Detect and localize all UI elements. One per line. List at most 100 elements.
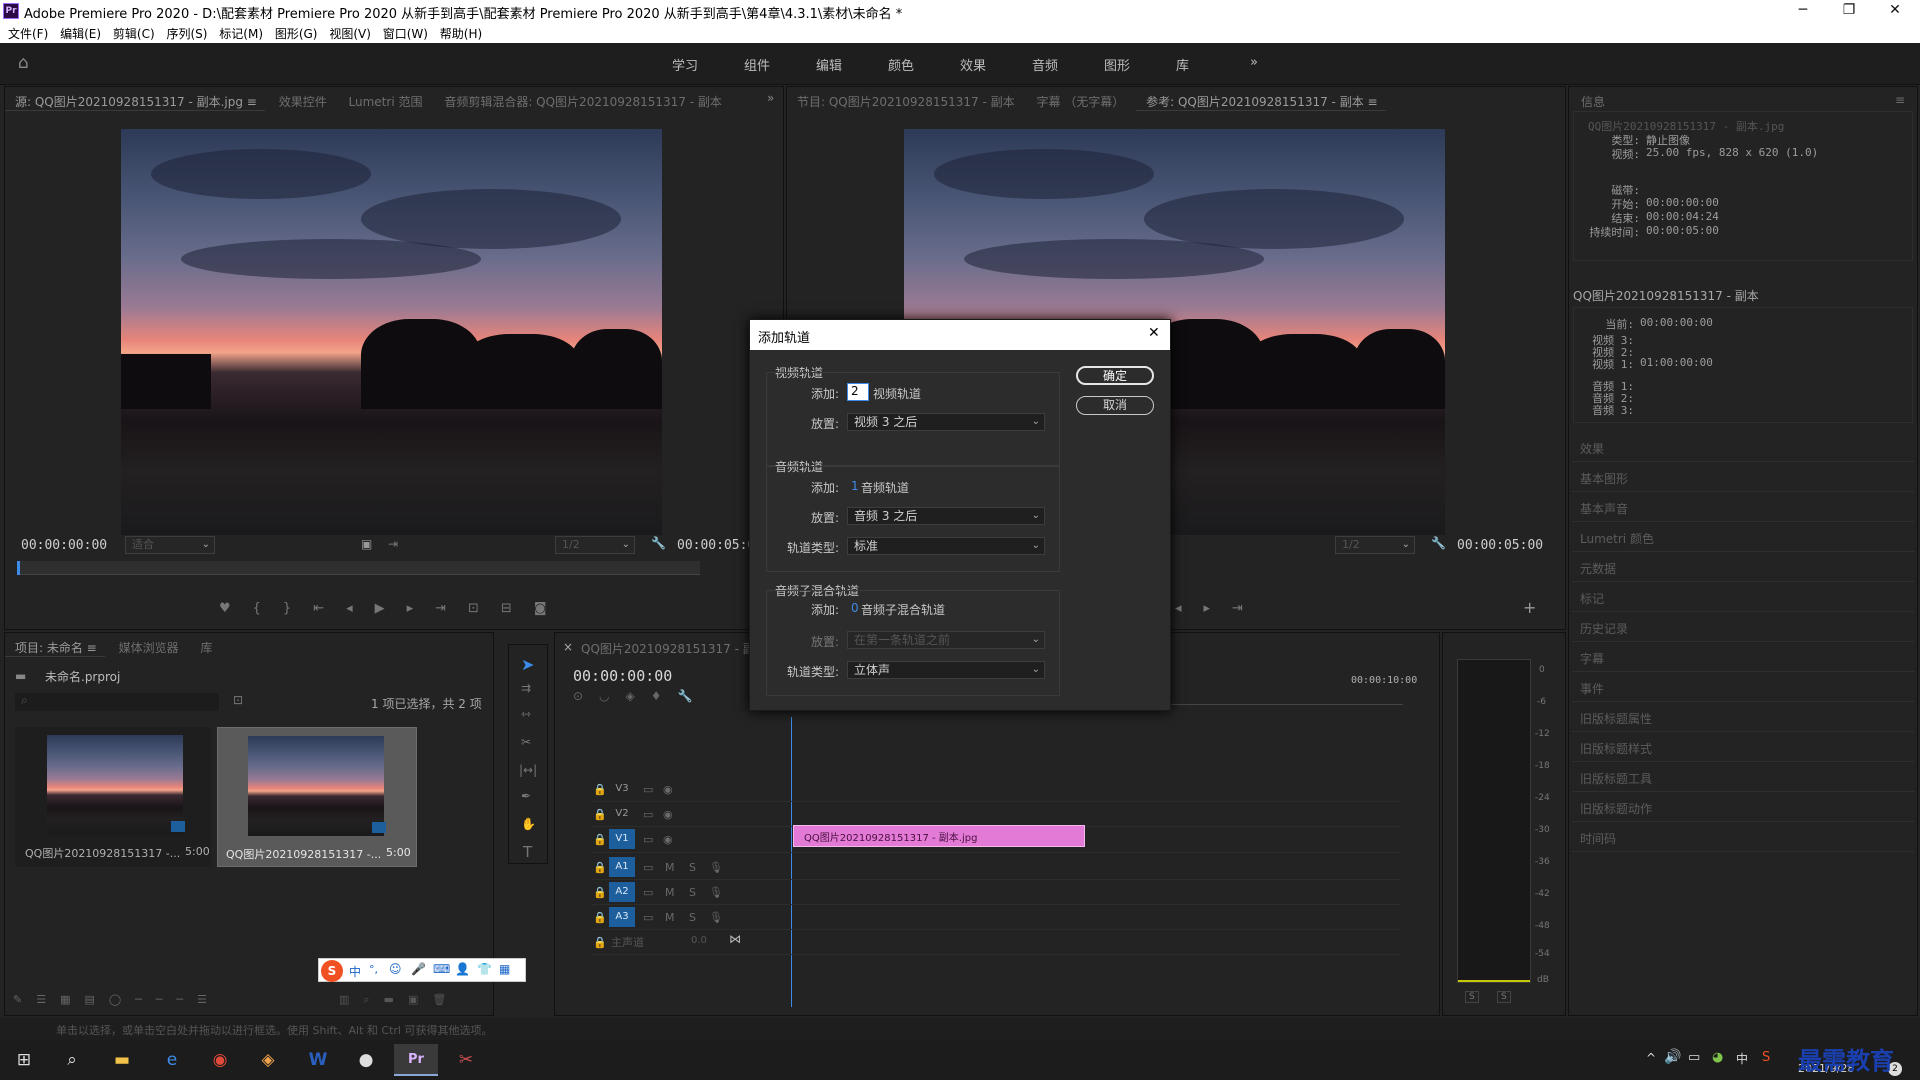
- panel-timecode[interactable]: 时间码: [1572, 823, 1914, 852]
- ime-chinese-mode[interactable]: 中: [349, 963, 361, 980]
- audio-type-select[interactable]: 标准 ⌄: [847, 537, 1045, 555]
- panel-history[interactable]: 历史记录: [1572, 613, 1914, 642]
- edge-browser-icon[interactable]: e: [150, 1044, 194, 1076]
- ime-toolbox-icon[interactable]: ▦: [499, 962, 510, 976]
- tab-captions[interactable]: 字幕 （无字幕）: [1026, 87, 1132, 110]
- home-icon[interactable]: ⌂: [18, 53, 29, 73]
- menu-help[interactable]: 帮助(H): [440, 22, 482, 42]
- program-resolution-select[interactable]: 1/2 ⌄: [1335, 536, 1415, 554]
- type-tool-icon[interactable]: T: [523, 843, 532, 861]
- panel-more-icon[interactable]: »: [767, 91, 774, 105]
- info-menu-icon[interactable]: ≡: [1895, 93, 1905, 107]
- program-transport-controls[interactable]: ◂▸⇥: [1175, 601, 1265, 616]
- mute-button[interactable]: M: [665, 886, 675, 899]
- sync-icon[interactable]: ▭: [643, 861, 653, 874]
- track-label-a3[interactable]: A3: [609, 907, 635, 927]
- audio-place-select[interactable]: 音频 3 之后 ⌄: [847, 507, 1045, 525]
- windows-start-icon[interactable]: ⊞: [2, 1044, 46, 1076]
- timeline-clip[interactable]: QQ图片20210928151317 - 副本.jpg: [793, 825, 1085, 847]
- workspace-graphics[interactable]: 图形: [1104, 55, 1130, 74]
- info-tab[interactable]: 信息: [1581, 93, 1605, 110]
- dialog-close-button[interactable]: ✕: [1148, 325, 1160, 341]
- premiere-taskbar-icon[interactable]: Pr: [394, 1044, 438, 1076]
- tab-source[interactable]: 源: QQ图片20210928151317 - 副本.jpg ≡: [5, 87, 265, 111]
- hand-tool-icon[interactable]: ✋: [521, 817, 536, 831]
- lock-icon[interactable]: 🔒: [593, 861, 607, 874]
- project-search-input[interactable]: ⌕: [15, 693, 219, 711]
- workspace-effects[interactable]: 效果: [960, 55, 986, 74]
- minimize-button[interactable]: ─: [1780, 0, 1826, 22]
- ime-voice-icon[interactable]: 🎤: [411, 962, 426, 976]
- solo-button[interactable]: S: [689, 861, 696, 874]
- sync-icon[interactable]: ▭: [643, 886, 653, 899]
- track-label-v2[interactable]: V2: [609, 804, 635, 824]
- ime-keyboard-icon[interactable]: ⌨: [433, 962, 450, 976]
- audio-add-input[interactable]: 1: [851, 479, 859, 493]
- solo-left-button[interactable]: S: [1465, 991, 1479, 1003]
- tab-effect-controls[interactable]: 效果控件: [269, 87, 335, 110]
- tray-app-icon[interactable]: ◕: [1712, 1050, 1723, 1065]
- menu-clip[interactable]: 剪辑(C): [113, 22, 155, 42]
- wrench-icon[interactable]: 🔧: [651, 536, 666, 550]
- go-to-end-icon[interactable]: ⋈: [729, 932, 741, 946]
- lock-icon[interactable]: 🔒: [593, 808, 607, 821]
- ime-emoji-icon[interactable]: ☺: [389, 962, 402, 976]
- close-sequence-icon[interactable]: ×: [563, 640, 573, 654]
- mute-button[interactable]: M: [665, 861, 675, 874]
- mute-button[interactable]: M: [665, 911, 675, 924]
- panel-lumetri-color[interactable]: Lumetri 颜色: [1572, 523, 1914, 552]
- new-bin-icon[interactable]: ⊡: [233, 693, 243, 707]
- lock-icon[interactable]: 🔒: [593, 886, 607, 899]
- submix-add-input[interactable]: 0: [851, 601, 859, 615]
- solo-right-button[interactable]: S: [1497, 991, 1511, 1003]
- volume-icon[interactable]: 🔊: [1664, 1049, 1681, 1065]
- master-volume[interactable]: 0.0: [691, 935, 707, 946]
- file-explorer-icon[interactable]: ▬: [100, 1044, 144, 1076]
- search-icon[interactable]: ⌕: [50, 1044, 94, 1076]
- panel-legacy-title-properties[interactable]: 旧版标题属性: [1572, 703, 1914, 732]
- tab-lumetri-scopes[interactable]: Lumetri 范围: [339, 87, 431, 110]
- tab-program[interactable]: 节目: QQ图片20210928151317 - 副本: [787, 87, 1023, 110]
- menu-view[interactable]: 视图(V): [329, 22, 371, 42]
- solo-button[interactable]: S: [689, 911, 696, 924]
- panel-captions[interactable]: 字幕: [1572, 643, 1914, 672]
- source-transport-controls[interactable]: ♥{}⇤◂▶▸⇥⊡⊟◙: [219, 601, 568, 616]
- source-insert-icon[interactable]: ⇥: [388, 537, 398, 551]
- project-footer-tools[interactable]: ✎☰▦▤◯───☰: [13, 993, 221, 1006]
- ime-punctuation-icon[interactable]: °,: [369, 963, 378, 976]
- project-footer-actions[interactable]: ▥⌕▬▣🗑: [339, 993, 460, 1007]
- project-item-2-selected[interactable]: QQ图片20210928151317 -... 5:00: [217, 727, 417, 867]
- sync-icon[interactable]: ▭: [643, 808, 653, 821]
- network-icon[interactable]: ▭: [1688, 1050, 1700, 1065]
- program-wrench-icon[interactable]: 🔧: [1431, 536, 1446, 550]
- menu-file[interactable]: 文件(F): [8, 22, 48, 42]
- menu-edit[interactable]: 编辑(E): [60, 22, 101, 42]
- ime-user-icon[interactable]: 👤: [455, 962, 470, 976]
- maximize-button[interactable]: ❐: [1826, 0, 1872, 22]
- sogou-logo-icon[interactable]: S: [321, 960, 343, 982]
- word-icon[interactable]: W: [296, 1044, 340, 1076]
- track-label-a1[interactable]: A1: [609, 857, 635, 877]
- panel-markers[interactable]: 标记: [1572, 583, 1914, 612]
- ime-tray-icon[interactable]: 中: [1736, 1050, 1748, 1067]
- ime-skin-icon[interactable]: 👕: [477, 962, 492, 976]
- cancel-button[interactable]: 取消: [1076, 396, 1154, 415]
- panel-events[interactable]: 事件: [1572, 673, 1914, 702]
- workspace-color[interactable]: 颜色: [888, 55, 914, 74]
- workspace-assembly[interactable]: 组件: [744, 55, 770, 74]
- lock-icon[interactable]: 🔒: [593, 911, 607, 924]
- submix-type-select[interactable]: 立体声 ⌄: [847, 661, 1045, 679]
- source-resolution-select[interactable]: 1/2 ⌄: [555, 536, 635, 554]
- sync-icon[interactable]: ▭: [643, 783, 653, 796]
- ripple-edit-tool-icon[interactable]: ⇿: [521, 707, 531, 721]
- sync-icon[interactable]: ▭: [643, 833, 653, 846]
- video-add-input[interactable]: 2: [847, 383, 869, 401]
- eye-icon[interactable]: ◉: [663, 833, 673, 846]
- panel-essential-sound[interactable]: 基本声音: [1572, 493, 1914, 522]
- panel-metadata[interactable]: 元数据: [1572, 553, 1914, 582]
- panel-legacy-title-actions[interactable]: 旧版标题动作: [1572, 793, 1914, 822]
- mic-icon[interactable]: 🎙: [709, 886, 723, 899]
- sync-icon[interactable]: ▭: [643, 911, 653, 924]
- lock-icon[interactable]: 🔒: [593, 936, 607, 949]
- workspace-libraries[interactable]: 库: [1176, 55, 1189, 74]
